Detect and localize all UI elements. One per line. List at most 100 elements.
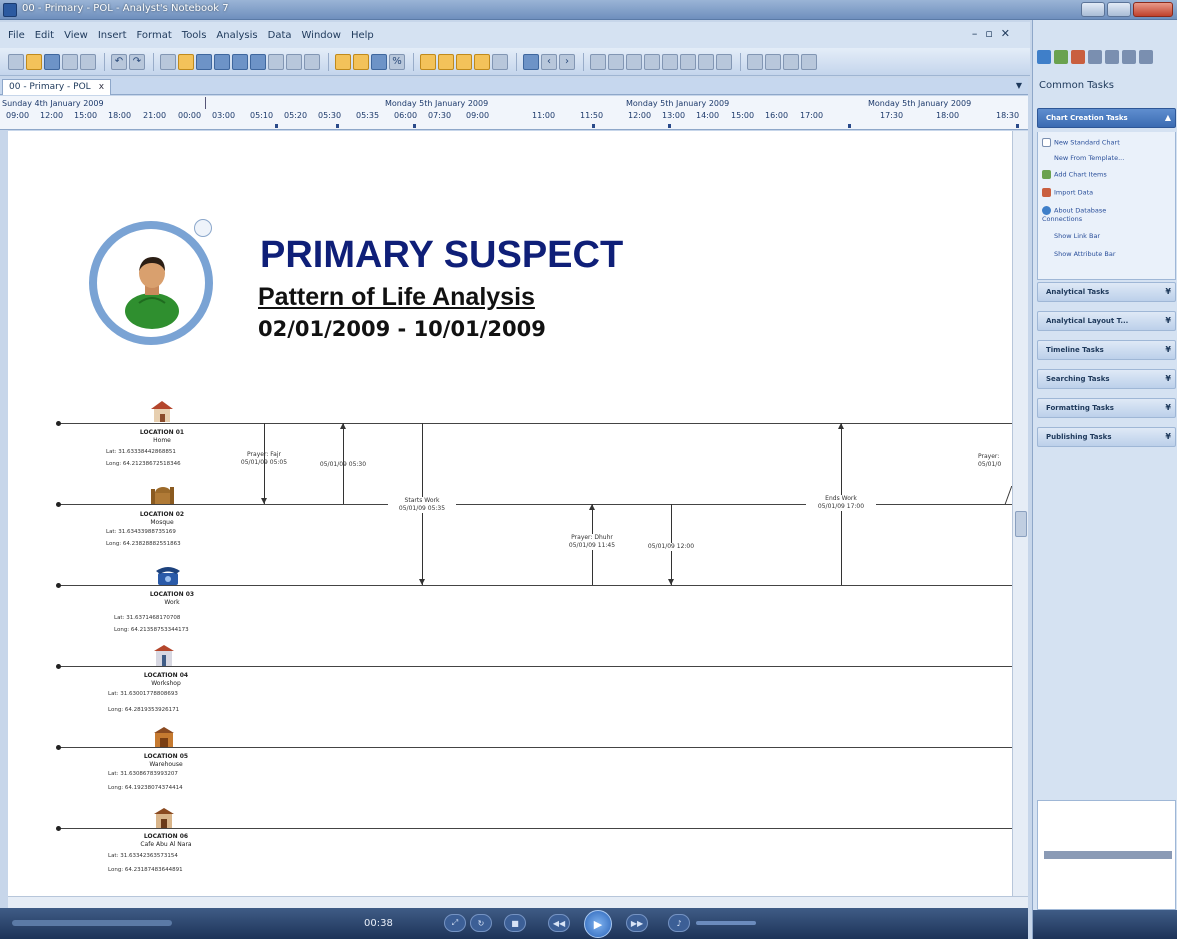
- open-icon[interactable]: [26, 53, 42, 70]
- select-icon[interactable]: [178, 53, 194, 70]
- entity-icon[interactable]: [420, 53, 436, 70]
- minimize-button[interactable]: [1081, 2, 1105, 17]
- theme-line-icon[interactable]: [456, 53, 472, 70]
- undo-icon[interactable]: ↶: [111, 53, 127, 70]
- circle-icon[interactable]: [523, 53, 539, 70]
- event-label[interactable]: Starts Work 05/01/09 05:35: [388, 497, 456, 513]
- fast-forward-icon[interactable]: ▶▶: [626, 914, 648, 932]
- snap-icon[interactable]: [286, 53, 302, 70]
- timeline-view-icon[interactable]: [353, 53, 369, 70]
- box-icon[interactable]: [626, 53, 642, 70]
- forward-icon[interactable]: ›: [559, 53, 575, 70]
- location-lane-line[interactable]: [58, 828, 1012, 829]
- horizontal-scrollbar[interactable]: [8, 896, 1028, 908]
- find-linked-icon[interactable]: [214, 53, 230, 70]
- volume-icon[interactable]: ♪: [668, 914, 690, 932]
- menu-tools[interactable]: Tools: [182, 30, 207, 41]
- seek-bar[interactable]: [12, 920, 172, 926]
- shape-icon[interactable]: [608, 53, 624, 70]
- event-label[interactable]: Prayer: Dhuhr 05/01/09 11:45: [558, 534, 626, 550]
- align-justify-icon[interactable]: [801, 53, 817, 70]
- task-new-from-template[interactable]: New From Template...: [1054, 154, 1124, 162]
- event-label[interactable]: 05/01/09 05:30: [310, 461, 376, 469]
- find-connected-icon[interactable]: [250, 53, 266, 70]
- tab-dropdown-icon[interactable]: ▼: [1016, 81, 1022, 90]
- task-show-attribute-bar[interactable]: Show Attribute Bar: [1054, 250, 1116, 258]
- menu-analysis[interactable]: Analysis: [216, 30, 257, 41]
- close-button[interactable]: [1133, 2, 1173, 17]
- location-label[interactable]: LOCATION 03 Work: [112, 591, 232, 607]
- stop-icon[interactable]: ■: [504, 914, 526, 932]
- location-lane-line[interactable]: [58, 585, 1012, 586]
- section-timeline-tasks[interactable]: Timeline Tasks ¥: [1037, 340, 1176, 360]
- section-formatting-tasks[interactable]: Formatting Tasks ¥: [1037, 398, 1176, 418]
- pen-icon[interactable]: [680, 53, 696, 70]
- play-button[interactable]: ▶: [584, 910, 612, 938]
- suspect-avatar[interactable]: [89, 221, 213, 345]
- chart-subtitle[interactable]: Pattern of Life Analysis: [258, 283, 535, 312]
- chart-date-range[interactable]: 02/01/2009 - 10/01/2009: [258, 317, 546, 341]
- rewind-icon[interactable]: ◀◀: [548, 914, 570, 932]
- text-icon[interactable]: [698, 53, 714, 70]
- event-frame-icon[interactable]: [474, 53, 490, 70]
- overview-window[interactable]: [1037, 800, 1176, 910]
- percent-icon[interactable]: %: [389, 53, 405, 70]
- volume-slider[interactable]: [696, 921, 756, 925]
- location-label[interactable]: LOCATION 04 Workshop: [106, 672, 226, 688]
- gear-icon[interactable]: [1139, 50, 1153, 64]
- section-chart-creation[interactable]: Chart Creation Tasks ▲: [1037, 108, 1176, 128]
- pointer-icon[interactable]: [160, 53, 176, 70]
- print-icon[interactable]: [62, 53, 78, 70]
- menu-data[interactable]: Data: [268, 30, 292, 41]
- grid-icon[interactable]: [268, 53, 284, 70]
- chart-icon[interactable]: [1037, 50, 1051, 64]
- task-import-data[interactable]: Import Data: [1042, 188, 1093, 197]
- maximize-button[interactable]: [1107, 2, 1131, 17]
- scrollbar-thumb[interactable]: [1015, 511, 1027, 537]
- vertical-scrollbar[interactable]: [1012, 131, 1028, 896]
- event-link-line[interactable]: [1004, 486, 1012, 504]
- location-label[interactable]: LOCATION 02 Mosque: [102, 511, 222, 527]
- link-icon[interactable]: [438, 53, 454, 70]
- menu-file[interactable]: File: [8, 30, 25, 41]
- draw-icon[interactable]: [590, 53, 606, 70]
- event-label[interactable]: 05/01/09 12:00: [636, 543, 706, 551]
- menu-edit[interactable]: Edit: [35, 30, 54, 41]
- menu-insert[interactable]: Insert: [98, 30, 127, 41]
- section-publishing-tasks[interactable]: Publishing Tasks ¥: [1037, 427, 1176, 447]
- redo-icon[interactable]: ↷: [129, 53, 145, 70]
- filter-icon[interactable]: [1088, 50, 1102, 64]
- task-database-connections[interactable]: About Database Connections: [1042, 206, 1142, 223]
- document-window-controls[interactable]: –▫✕: [972, 27, 1018, 40]
- find-path-icon[interactable]: [232, 53, 248, 70]
- event-label[interactable]: Prayer: Fajr 05/01/09 05:05: [232, 451, 296, 467]
- chart-title[interactable]: PRIMARY SUSPECT: [260, 234, 623, 277]
- cross-icon[interactable]: [644, 53, 660, 70]
- task-new-standard-chart[interactable]: New Standard Chart: [1042, 138, 1120, 147]
- save-icon[interactable]: [44, 53, 60, 70]
- section-analytical-tasks[interactable]: Analytical Tasks ¥: [1037, 282, 1176, 302]
- find-icon[interactable]: [196, 53, 212, 70]
- fullscreen-icon[interactable]: ⤢: [444, 914, 466, 932]
- location-lane-line[interactable]: [58, 747, 1012, 748]
- location-label[interactable]: LOCATION 05 Warehouse: [106, 753, 226, 769]
- location-label[interactable]: LOCATION 01 Home: [102, 429, 222, 445]
- chart-view-icon[interactable]: [335, 53, 351, 70]
- section-analytical-layout[interactable]: Analytical Layout T... ¥: [1037, 311, 1176, 331]
- location-lane-line[interactable]: [58, 666, 1012, 667]
- event-label[interactable]: Ends Work 05/01/09 17:00: [806, 495, 876, 511]
- section-searching-tasks[interactable]: Searching Tasks ¥: [1037, 369, 1176, 389]
- align-left-icon[interactable]: [747, 53, 763, 70]
- triangle-icon[interactable]: [662, 53, 678, 70]
- plus-icon[interactable]: [1122, 50, 1136, 64]
- back-icon[interactable]: ‹: [541, 53, 557, 70]
- document-tab[interactable]: 00 - Primary - POL x: [2, 79, 112, 95]
- event-label[interactable]: Prayer: 05/01/0: [978, 453, 1012, 469]
- frame-icon[interactable]: [716, 53, 732, 70]
- menu-help[interactable]: Help: [351, 30, 374, 41]
- menu-window[interactable]: Window: [302, 30, 341, 41]
- search-icon[interactable]: [1105, 50, 1119, 64]
- layout-icon[interactable]: [304, 53, 320, 70]
- timeline-ruler[interactable]: Sunday 4th January 2009 Monday 5th Janua…: [0, 96, 1028, 130]
- location-label[interactable]: LOCATION 06 Cafe Abu Al Nara: [106, 833, 226, 849]
